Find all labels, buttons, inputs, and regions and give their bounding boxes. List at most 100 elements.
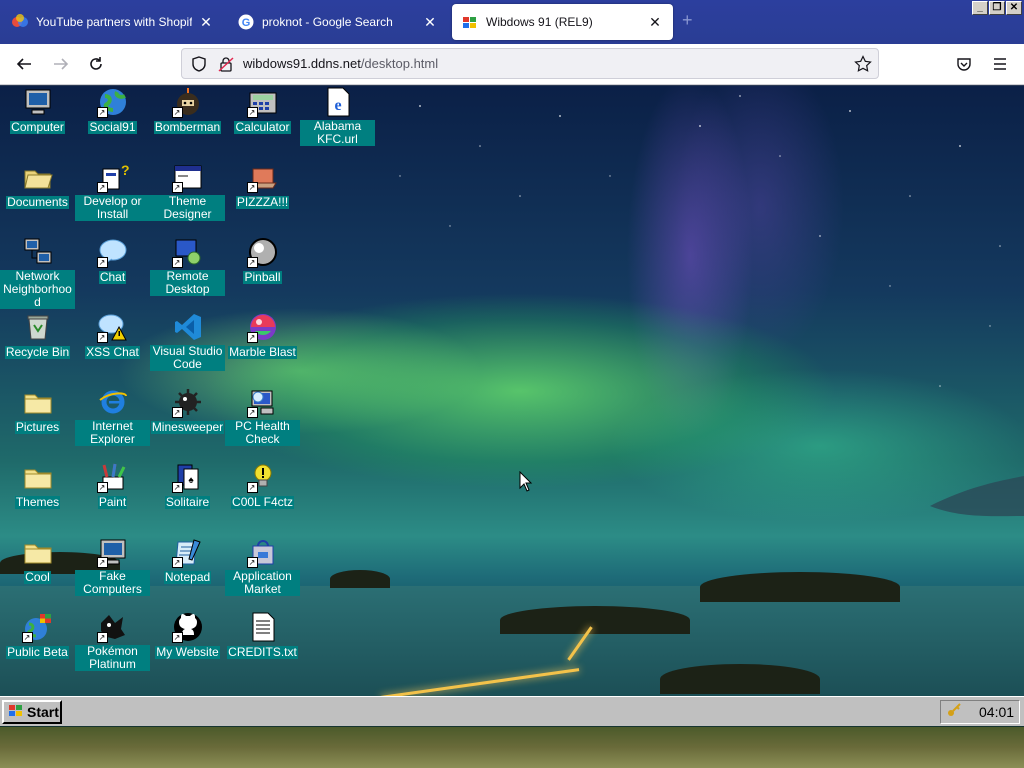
desktop-icon[interactable]: ↗ My Website [150, 611, 225, 661]
desktop-icon[interactable]: Internet Explorer [75, 386, 150, 448]
url-path: /desktop.html [360, 56, 439, 71]
desktop-icon[interactable]: CREDITS.txt [225, 611, 300, 661]
desktop-icon-label: Paint [97, 495, 128, 509]
tab-wibdows[interactable]: Wibdows 91 (REL9) ✕ [452, 4, 673, 40]
desktop-icon-label: Internet Explorer [75, 420, 150, 446]
address-bar[interactable]: wibdows91.ddns.net/desktop.html [181, 48, 879, 79]
desktop-icon[interactable]: ↗ Notepad [150, 536, 225, 586]
desktop-icon[interactable]: ↗ Minesweeper [150, 386, 225, 436]
desktop-icon[interactable]: ↗ Marble Blast [225, 311, 300, 361]
desktop-icon[interactable]: ↗ Social91 [75, 86, 150, 136]
desktop-icon[interactable]: Documents [0, 161, 75, 211]
desktop-icon-label: My Website [155, 645, 220, 659]
chat-bubble-icon: ↗ [96, 236, 129, 268]
shortcut-arrow-icon: ↗ [96, 557, 108, 568]
open-folder-icon [22, 161, 54, 193]
text-file-icon [247, 611, 279, 643]
shortcut-arrow-icon: ↗ [96, 257, 108, 268]
bookmark-star-icon[interactable] [854, 55, 872, 78]
shortcut-arrow-icon: ↗ [171, 482, 183, 493]
folder-icon [22, 536, 54, 568]
menu-icon[interactable] [990, 54, 1010, 74]
desktop-icon[interactable]: Computer [0, 86, 75, 136]
new-tab-button[interactable]: + [682, 10, 693, 31]
shortcut-arrow-icon: ↗ [246, 332, 258, 343]
island [700, 572, 900, 602]
folder-icon [22, 461, 54, 493]
close-icon[interactable]: ✕ [198, 14, 214, 31]
desktop-icon-label: Bomberman [153, 120, 222, 134]
desktop-icon[interactable]: Themes [0, 461, 75, 511]
start-label: Start [27, 704, 59, 720]
close-window-button[interactable]: ✕ [1006, 1, 1022, 15]
forward-icon[interactable] [51, 54, 71, 74]
desktop-icon[interactable]: ? ↗ Develop or Install [75, 161, 150, 223]
remote-desktop-icon: ↗ [171, 236, 204, 268]
key-icon[interactable] [947, 702, 961, 722]
shortcut-arrow-icon: ↗ [246, 407, 258, 418]
shortcut-arrow-icon: ↗ [96, 632, 108, 643]
browser-tab-bar: YouTube partners with Shopify to a ✕ G p… [0, 0, 1024, 44]
desktop-icon[interactable]: ↗ Pinball [225, 236, 300, 286]
desktop-icon[interactable]: ↗ PC Health Check [225, 386, 300, 448]
restore-button[interactable]: ❐ [989, 1, 1005, 15]
insecure-lock-icon[interactable] [217, 55, 235, 78]
desktop-icon[interactable]: ↗ Bomberman [150, 86, 225, 136]
desktop[interactable]: Computer ↗ Social91 ↗ Bomberman ↗ Calculator e A… [0, 86, 1024, 768]
tab-youtube-shopify[interactable]: YouTube partners with Shopify to a ✕ [2, 4, 224, 40]
desktop-icon[interactable]: ♠ ↗ Solitaire [150, 461, 225, 511]
desktop-icon-label: C00L F4ctz [231, 495, 294, 509]
github-icon: ↗ [171, 611, 204, 643]
desktop-icon[interactable]: ↗ Public Beta [0, 611, 75, 661]
desktop-icon[interactable]: Cool [0, 536, 75, 586]
shield-icon[interactable] [190, 55, 208, 78]
solitaire-icon: ♠ ↗ [171, 461, 204, 493]
desktop-icon[interactable]: ↗ C00L F4ctz [225, 461, 300, 511]
tab-google-search[interactable]: G proknot - Google Search ✕ [228, 4, 448, 40]
desktop-icon-label: Pictures [14, 420, 61, 434]
system-tray: 04:01 [940, 700, 1020, 724]
back-icon[interactable] [14, 54, 34, 74]
close-icon[interactable]: ✕ [647, 14, 663, 31]
desktop-icon-label: Documents [6, 195, 69, 209]
desktop-icon-label: Public Beta [6, 645, 69, 659]
minimize-button[interactable]: _ [972, 1, 988, 15]
pizza-laptop-icon: ↗ [246, 161, 279, 193]
windows-logo-icon [8, 704, 24, 721]
desktop-icon[interactable]: ↗ Paint [75, 461, 150, 511]
desktop-icon[interactable]: ↗ Theme Designer [150, 161, 225, 223]
shortcut-arrow-icon: ↗ [246, 482, 258, 493]
desktop-icon[interactable]: Pictures [0, 386, 75, 436]
desktop-icon[interactable]: ↗ Calculator [225, 86, 300, 136]
desktop-icon-label: PIZZZA!!! [235, 195, 290, 209]
desktop-icon-label: Computer [10, 120, 65, 134]
desktop-icon[interactable]: ↗ Application Market [225, 536, 300, 598]
desktop-icon[interactable]: ↗ Chat [75, 236, 150, 286]
desktop-icon[interactable]: ↗ Remote Desktop [150, 236, 225, 298]
shortcut-arrow-icon: ↗ [246, 557, 258, 568]
pocket-icon[interactable] [954, 54, 974, 74]
computer-icon: ↗ [96, 536, 129, 568]
desktop-icon-label: Application Market [225, 570, 300, 596]
globe-flag-icon: ↗ [21, 611, 54, 643]
desktop-icon[interactable]: ↗ XSS Chat [75, 311, 150, 361]
reload-icon[interactable] [86, 54, 106, 74]
close-icon[interactable]: ✕ [422, 14, 438, 31]
desktop-icon-label: Social91 [88, 120, 137, 134]
wallpaper-foreground-grass [0, 727, 1024, 768]
desktop-icon[interactable]: Visual Studio Code [150, 311, 225, 373]
tab-title: YouTube partners with Shopify to a [36, 15, 192, 29]
clock[interactable]: 04:01 [979, 704, 1014, 720]
desktop-icon[interactable]: e Alabama KFC.url [300, 86, 375, 148]
recycle-bin-icon [22, 311, 54, 343]
desktop-icon-label: Pokémon Platinum [75, 645, 150, 671]
desktop-icon[interactable]: ↗ Fake Computers [75, 536, 150, 598]
start-button[interactable]: Start [2, 700, 62, 724]
desktop-icon[interactable]: Recycle Bin [0, 311, 75, 361]
shortcut-arrow-icon: ↗ [96, 482, 108, 493]
desktop-icon-label: Calculator [234, 120, 291, 134]
desktop-icon[interactable]: Network Neighborhood [0, 236, 75, 311]
globe-icon: ↗ [96, 86, 129, 118]
desktop-icon[interactable]: ↗ Pokémon Platinum [75, 611, 150, 673]
desktop-icon[interactable]: ↗ PIZZZA!!! [225, 161, 300, 211]
